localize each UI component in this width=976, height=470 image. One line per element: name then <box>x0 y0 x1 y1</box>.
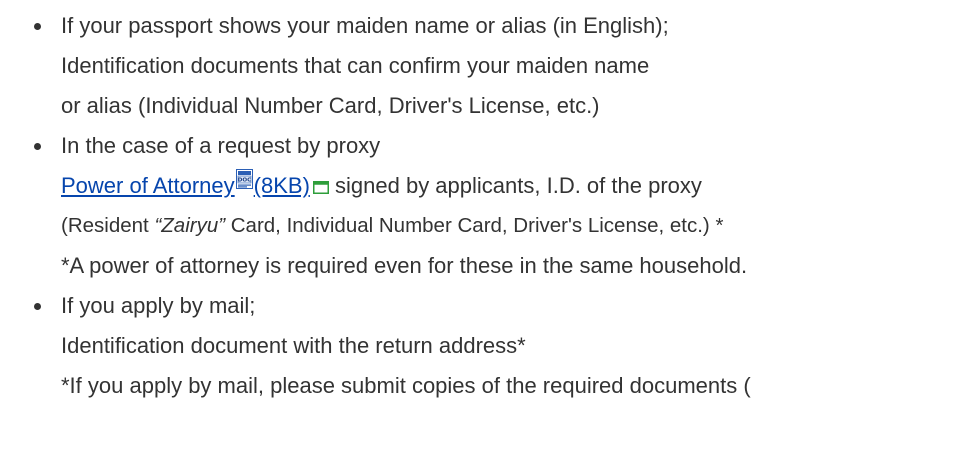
requirements-list: If your passport shows your maiden name … <box>0 6 976 406</box>
proxy-id-line: (Resident “Zairyu” Card, Individual Numb… <box>61 206 976 246</box>
proxy-id-prefix: (Resident <box>61 214 155 237</box>
item-heading: In the case of a request by proxy <box>61 133 381 158</box>
item-text-line: *If you apply by mail, please submit cop… <box>61 373 751 398</box>
zairyu-term: “Zairyu” <box>154 214 226 237</box>
new-window-icon <box>312 181 329 194</box>
list-item-mail: If you apply by mail; Identification doc… <box>0 286 976 406</box>
proxy-id-suffix: Card, Individual Number Card, Driver's L… <box>225 214 724 237</box>
proxy-note: *A power of attorney is required even fo… <box>61 253 748 278</box>
list-item-proxy: In the case of a request by proxy Power … <box>0 126 976 286</box>
bullet-icon <box>34 303 41 310</box>
power-of-attorney-line: Power of Attorney DOC (8KB) signed by ap… <box>61 166 976 206</box>
item-text-line: or alias (Individual Number Card, Driver… <box>61 93 600 118</box>
item-text-line: Identification document with the return … <box>61 333 526 358</box>
list-item-maiden-name: If your passport shows your maiden name … <box>0 6 976 126</box>
power-of-attorney-link-text: Power of Attorney <box>61 173 235 198</box>
bullet-icon <box>34 143 41 150</box>
bullet-icon <box>34 23 41 30</box>
svg-text:DOC: DOC <box>237 178 251 184</box>
item-text-line: If your passport shows your maiden name … <box>61 13 669 38</box>
file-size: (8KB) <box>253 173 310 198</box>
word-doc-icon: DOC <box>235 169 253 189</box>
power-of-attorney-link[interactable]: Power of Attorney DOC (8KB) <box>61 169 310 198</box>
signed-by-text: signed by applicants, I.D. of the proxy <box>328 173 702 198</box>
item-text-line: If you apply by mail; <box>61 293 256 318</box>
item-text-line: Identification documents that can confir… <box>61 53 650 78</box>
